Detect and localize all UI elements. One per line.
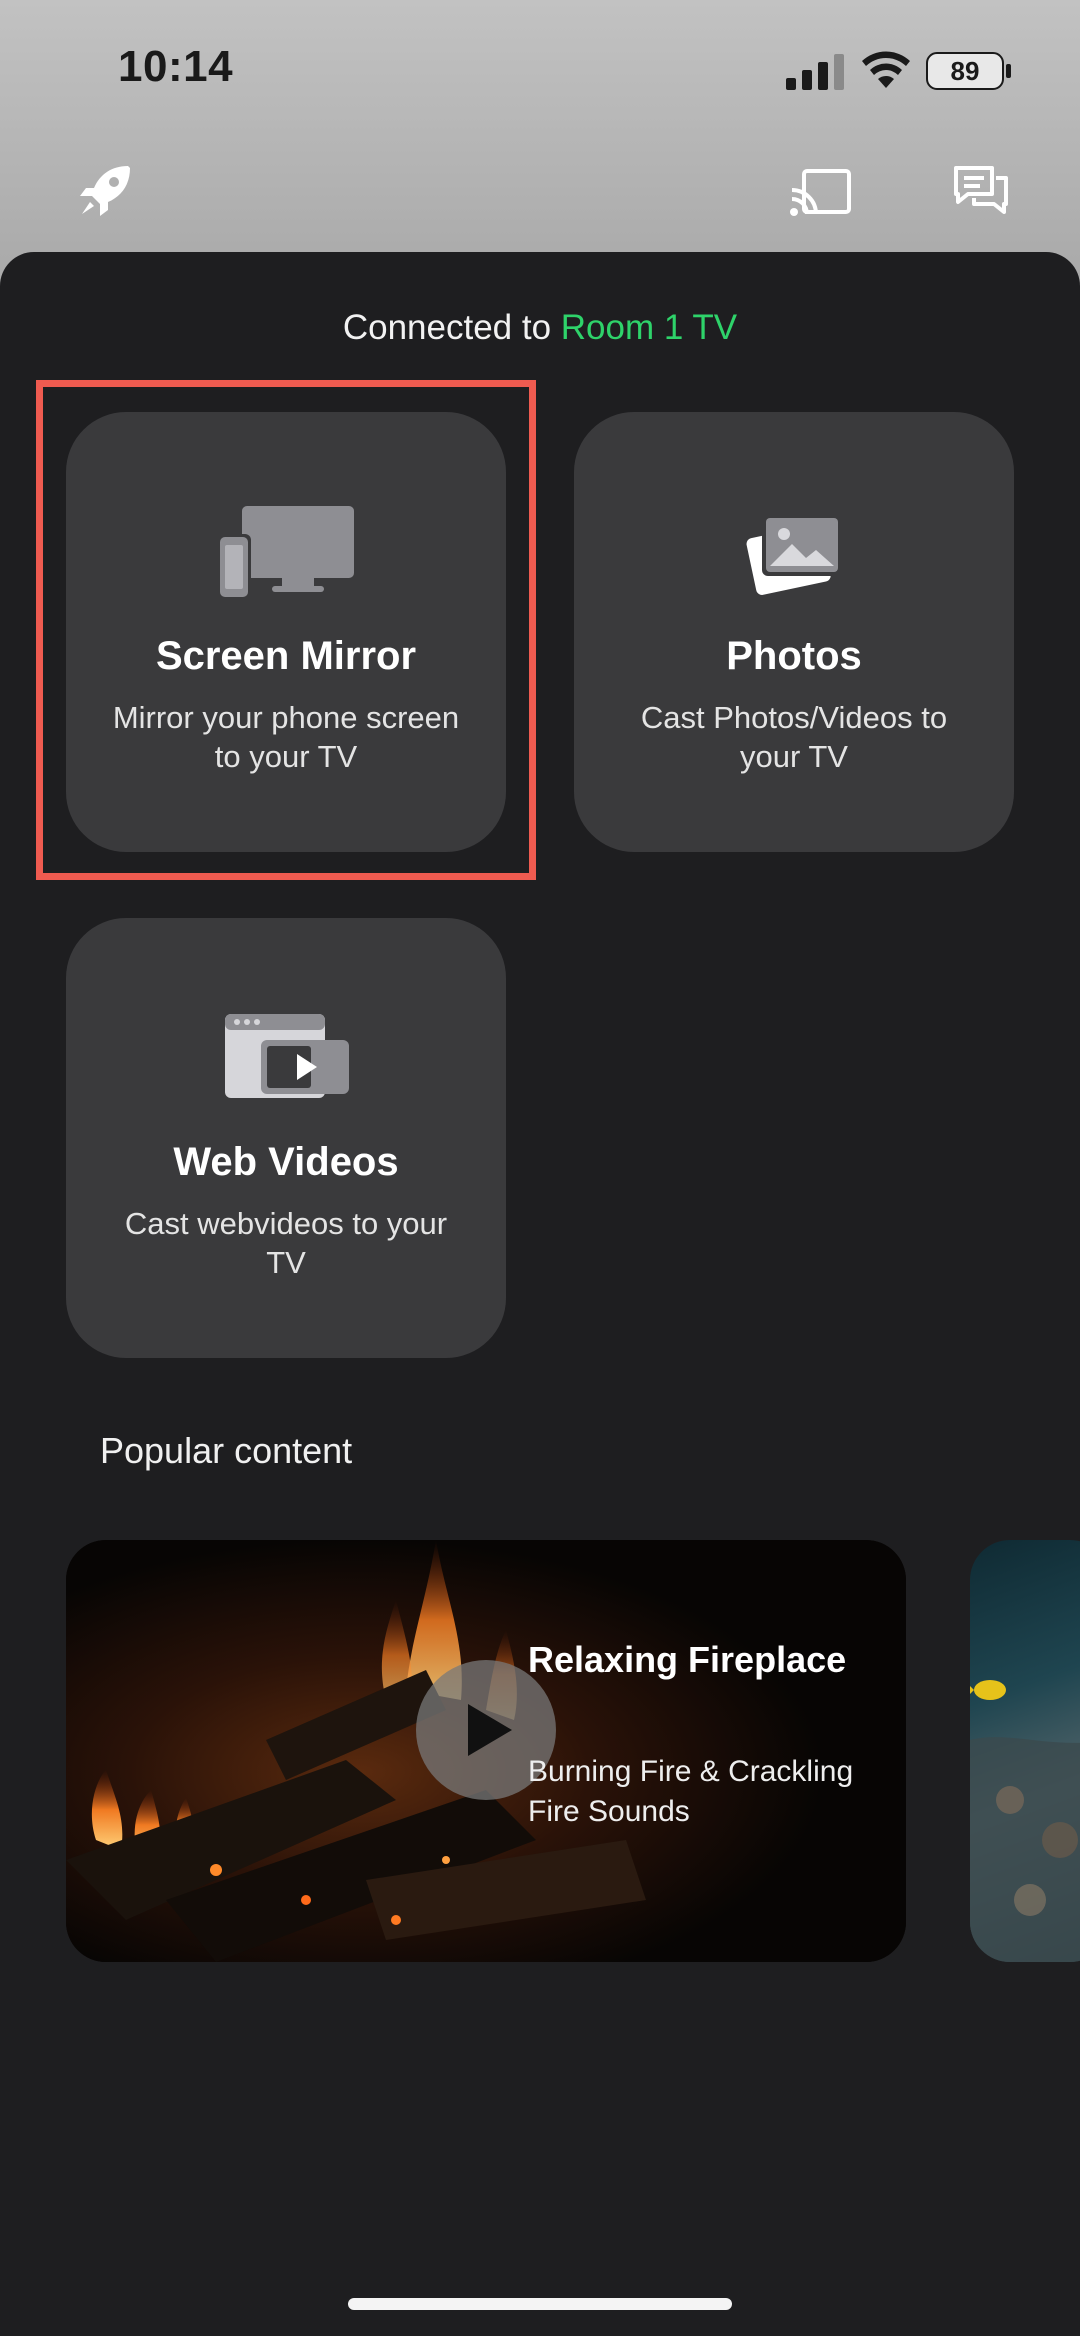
battery-icon: 89 (926, 52, 1012, 90)
highlight-box (36, 380, 536, 880)
signal-icon (786, 54, 844, 90)
battery-level: 89 (950, 55, 980, 86)
content-card-partial[interactable] (970, 1540, 1080, 1962)
content-title: Relaxing Fireplace (528, 1639, 847, 1680)
status-bar: 10:14 89 (0, 0, 1080, 140)
chat-icon[interactable] (952, 164, 1010, 220)
photos-icon (746, 514, 842, 595)
web-videos-title: Web Videos (173, 1140, 399, 1184)
content-card[interactable]: Relaxing Fireplace Burning Fire & Crackl… (66, 1540, 906, 1962)
photos-subtitle: Cast Photos/Videos to your TV (640, 700, 948, 774)
status-time: 10:14 (118, 42, 234, 91)
connection-prefix: Connected to (342, 308, 561, 347)
wifi-icon (862, 51, 910, 88)
connected-device-name[interactable]: Room 1 TV (561, 308, 737, 347)
web-videos-subtitle: Cast webvideos to your TV (124, 1206, 448, 1280)
rocket-icon[interactable] (76, 162, 134, 220)
popular-content-heading: Popular content (100, 1430, 353, 1471)
aquarium-thumbnail (970, 1680, 1080, 1962)
web-videos-icon (225, 1014, 349, 1098)
photos-card[interactable]: Photos Cast Photos/Videos to your TV (574, 412, 1014, 852)
web-videos-card[interactable]: Web Videos Cast webvideos to your TV (66, 918, 506, 1358)
connection-status: Connected to Room 1 TV (0, 308, 1080, 348)
content-subtitle: Burning Fire & Crackling Fire Sounds (528, 1755, 854, 1828)
home-indicator (348, 2298, 732, 2310)
cast-icon[interactable] (790, 168, 852, 218)
app-screen: 10:14 89 Connected to Room 1 TV Screen M… (0, 0, 1080, 2336)
photos-title: Photos (726, 634, 862, 678)
